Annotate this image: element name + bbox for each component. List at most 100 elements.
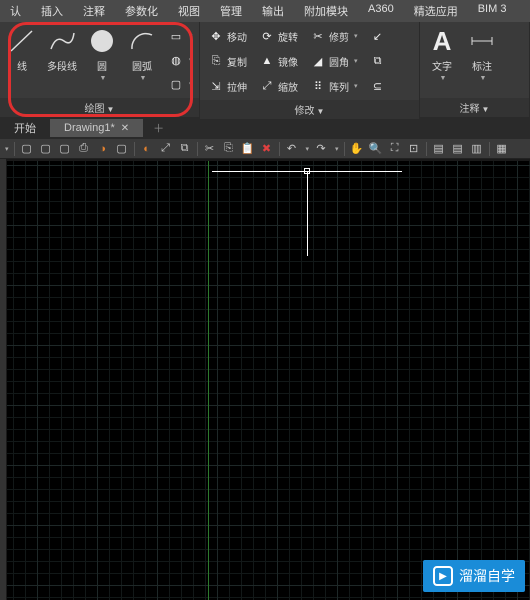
copy-button[interactable]: 复制 bbox=[227, 54, 247, 69]
panel-title-annotate[interactable]: 注释▼ bbox=[420, 98, 529, 117]
menu-addons[interactable]: 附加模块 bbox=[294, 0, 358, 22]
dim-label: 标注 bbox=[472, 58, 492, 73]
mirror-icon: ▲ bbox=[259, 53, 275, 69]
tb-icon-14[interactable]: ↶ bbox=[285, 142, 299, 156]
menu-manage[interactable]: 管理 bbox=[210, 0, 252, 22]
circle-icon bbox=[87, 26, 117, 56]
text-label: 文字 bbox=[432, 58, 452, 73]
trim-button[interactable]: 修剪 bbox=[329, 29, 349, 44]
tb-icon-15[interactable]: ↷ bbox=[314, 142, 328, 156]
tb-icon-10[interactable]: ✂ bbox=[203, 142, 217, 156]
polyline-icon bbox=[47, 26, 77, 56]
circle-button[interactable]: 圆 ▼ bbox=[82, 24, 122, 96]
stretch-icon: ⇲ bbox=[208, 78, 224, 94]
stretch-button[interactable]: 拉伸 bbox=[227, 79, 247, 94]
panel-title-draw[interactable]: 绘图▼ bbox=[0, 98, 199, 117]
arc-label: 圆弧 bbox=[132, 58, 152, 73]
region-button[interactable]: ▢▾ bbox=[168, 74, 193, 94]
tb-icon-16[interactable]: ✋ bbox=[350, 142, 364, 156]
chevron-down-icon: ▼ bbox=[480, 75, 487, 82]
extra3-icon: ⊆ bbox=[370, 78, 386, 94]
watermark: ▶ 溜溜自学 bbox=[423, 560, 525, 592]
y-axis-line bbox=[208, 161, 209, 600]
move-button[interactable]: 移动 bbox=[227, 29, 247, 44]
polyline-button[interactable]: 多段线 bbox=[42, 24, 82, 96]
tb-icon-18[interactable]: ⛶ bbox=[388, 142, 402, 156]
dim-icon bbox=[467, 26, 497, 56]
menu-bim[interactable]: BIM 3 bbox=[468, 0, 517, 22]
tb-icon-3[interactable]: ▢ bbox=[58, 142, 72, 156]
chevron-down-icon: ▼ bbox=[140, 75, 147, 82]
fillet-button[interactable]: 圆角 bbox=[329, 54, 349, 69]
text-icon: A bbox=[427, 26, 457, 56]
rotate-button[interactable]: 旋转 bbox=[278, 29, 298, 44]
cursor-vertical bbox=[307, 171, 308, 256]
menu-featured[interactable]: 精选应用 bbox=[404, 0, 468, 22]
menu-view[interactable]: 视图 bbox=[168, 0, 210, 22]
tab-start[interactable]: 开始 bbox=[0, 117, 50, 139]
extra-icon: ↙ bbox=[370, 28, 386, 44]
extra2-icon: ⧉ bbox=[370, 53, 386, 69]
tb-icon-21[interactable]: ▤ bbox=[451, 142, 465, 156]
region-icon: ▢ bbox=[168, 76, 184, 92]
tb-icon-11[interactable]: ⎘ bbox=[222, 142, 236, 156]
cursor-pickbox bbox=[304, 168, 310, 174]
arc-button[interactable]: 圆弧 ▼ bbox=[122, 24, 162, 96]
circle-label: 圆 bbox=[97, 58, 107, 73]
hatch-icon: ◍ bbox=[168, 52, 184, 68]
copy-icon: ⎘ bbox=[208, 53, 224, 69]
ribbon-panel-annotate: A 文字 ▼ 标注 ▼ 注释▼ bbox=[420, 22, 530, 117]
tb-icon-6[interactable]: ▢ bbox=[115, 142, 129, 156]
text-button[interactable]: A 文字 ▼ bbox=[422, 24, 462, 96]
menu-parametric[interactable]: 参数化 bbox=[115, 0, 168, 22]
viewport[interactable]: ▶ 溜溜自学 bbox=[0, 159, 530, 600]
chevron-down-icon: ▼ bbox=[317, 107, 325, 116]
rect-icon: ▭ bbox=[168, 28, 184, 44]
chevron-down-icon[interactable]: ▾ bbox=[5, 145, 9, 153]
tb-icon-13[interactable]: ✖ bbox=[260, 142, 274, 156]
move-icon: ✥ bbox=[208, 28, 224, 44]
tb-icon-7[interactable]: ◐ bbox=[140, 142, 154, 156]
tb-icon-12[interactable]: 📋 bbox=[241, 142, 255, 156]
watermark-text: 溜溜自学 bbox=[459, 566, 515, 586]
play-icon: ▶ bbox=[433, 566, 453, 586]
panel-title-modify[interactable]: 修改▼ bbox=[200, 100, 419, 119]
trim-icon: ✂ bbox=[310, 28, 326, 44]
tb-icon-5[interactable]: ◑ bbox=[96, 142, 110, 156]
hatch-button[interactable]: ◍▾ bbox=[168, 50, 193, 70]
tb-icon-23[interactable]: ▦ bbox=[495, 142, 509, 156]
rotate-icon: ⟳ bbox=[259, 28, 275, 44]
tb-icon-2[interactable]: ▢ bbox=[39, 142, 53, 156]
menu-a360[interactable]: A360 bbox=[358, 0, 404, 22]
tb-icon-8[interactable]: ⤢ bbox=[159, 142, 173, 156]
chevron-down-icon: ▼ bbox=[100, 75, 107, 82]
close-icon[interactable]: ✕ bbox=[121, 123, 129, 134]
array-button[interactable]: 阵列 bbox=[329, 79, 349, 94]
tb-icon-22[interactable]: ▥ bbox=[470, 142, 484, 156]
mirror-button[interactable]: 镜像 bbox=[278, 54, 298, 69]
tb-icon-20[interactable]: ▤ bbox=[432, 142, 446, 156]
line-icon bbox=[7, 26, 37, 56]
menu-annotate[interactable]: 注释 bbox=[73, 0, 115, 22]
dim-button[interactable]: 标注 ▼ bbox=[462, 24, 502, 96]
tb-icon-1[interactable]: ▢ bbox=[20, 142, 34, 156]
ribbon-panel-modify: ✥移动 ⟳旋转 ✂修剪▾ ↙ ⎘复制 ▲镜像 ◢圆角▾ ⧉ bbox=[200, 22, 420, 117]
line-button[interactable]: 线 bbox=[2, 24, 42, 96]
menu-ren[interactable]: 认 bbox=[0, 0, 31, 22]
tb-icon-17[interactable]: 🔍 bbox=[369, 142, 383, 156]
y-ruler bbox=[0, 159, 6, 600]
menubar: 认 插入 注释 参数化 视图 管理 输出 附加模块 A360 精选应用 BIM … bbox=[0, 0, 530, 22]
quick-toolbar: ▾ ▢ ▢ ▢ ⎙ ◑ ▢ ◐ ⤢ ⧉ ✂ ⎘ 📋 ✖ ↶▾ ↷▾ ✋ 🔍 ⛶ … bbox=[0, 139, 530, 159]
tab-drawing1[interactable]: Drawing1*✕ bbox=[50, 119, 143, 137]
chevron-down-icon: ▼ bbox=[440, 75, 447, 82]
menu-insert[interactable]: 插入 bbox=[31, 0, 73, 22]
tb-icon-19[interactable]: ⊡ bbox=[407, 142, 421, 156]
ribbon-panel-draw: 线 多段线 圆 ▼ 圆弧 ▼ ▭▾ ◍▾ bbox=[0, 22, 200, 117]
arc-icon bbox=[127, 26, 157, 56]
tb-icon-4[interactable]: ⎙ bbox=[77, 142, 91, 156]
menu-output[interactable]: 输出 bbox=[252, 0, 294, 22]
rect-button[interactable]: ▭▾ bbox=[168, 26, 193, 46]
tab-add-button[interactable]: ＋ bbox=[143, 117, 174, 139]
tb-icon-9[interactable]: ⧉ bbox=[178, 142, 192, 156]
scale-button[interactable]: 缩放 bbox=[278, 79, 298, 94]
